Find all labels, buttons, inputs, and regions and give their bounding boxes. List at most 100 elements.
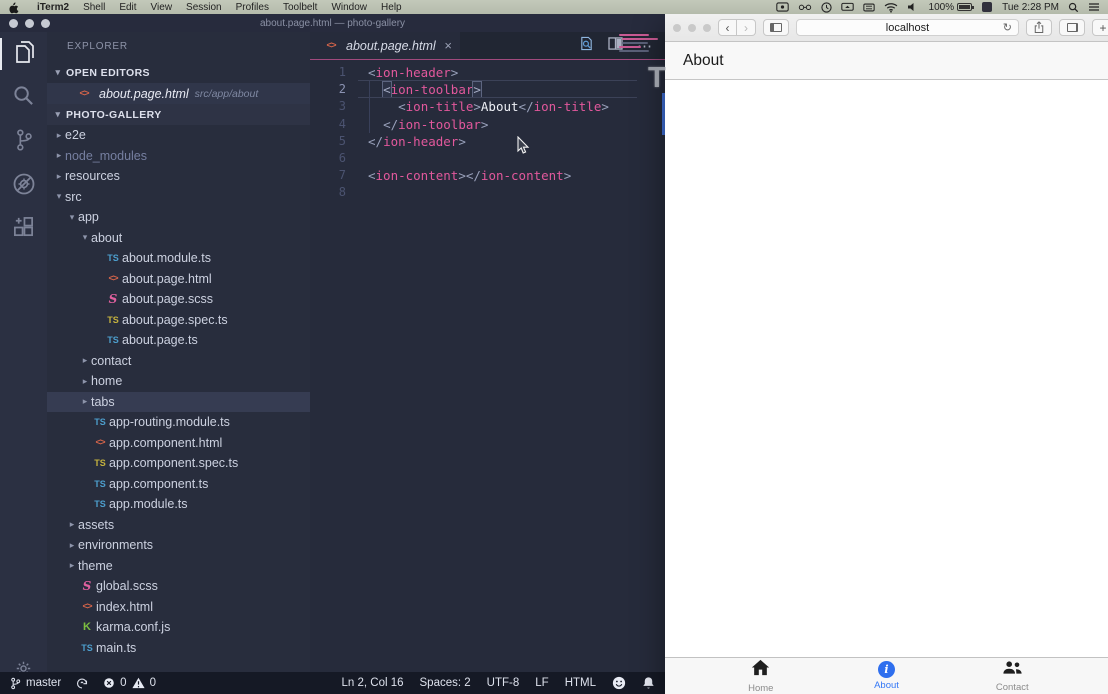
spotlight-search-icon[interactable]	[1068, 0, 1079, 14]
tree-item-about[interactable]: ▾about	[47, 228, 310, 249]
tree-item-about.page.spec.ts[interactable]: TSabout.page.spec.ts	[47, 310, 310, 331]
menubar-item-view[interactable]: View	[144, 2, 180, 13]
close-tab-icon[interactable]: ×	[444, 38, 452, 53]
forward-button[interactable]: ›	[737, 19, 756, 36]
indentation-setting[interactable]: Spaces: 2	[420, 677, 471, 689]
code-line-5[interactable]: 5</ion-header>	[310, 133, 665, 150]
tab-label: Contact	[996, 682, 1029, 693]
volume-icon[interactable]	[907, 0, 919, 14]
tree-item-app.component.html[interactable]: <>app.component.html	[47, 433, 310, 454]
open-editor-item[interactable]: <> about.page.html src/app/about	[47, 83, 310, 104]
app-status-icon[interactable]	[982, 2, 992, 12]
tree-item-app.component.spec.ts[interactable]: TSapp.component.spec.ts	[47, 453, 310, 474]
sync-changes-button[interactable]	[75, 677, 89, 690]
reload-icon[interactable]: ↻	[1003, 21, 1012, 34]
tree-item-global.scss[interactable]: Sglobal.scss	[47, 576, 310, 597]
menubar-app-name[interactable]: iTerm2	[30, 2, 76, 13]
code-line-7[interactable]: 7<ion-content></ion-content>	[310, 167, 665, 184]
code-line-3[interactable]: 3 <ion-title>About</ion-title>	[310, 98, 665, 115]
close-window-button[interactable]	[673, 24, 681, 32]
tree-item-app-routing.module.ts[interactable]: TSapp-routing.module.ts	[47, 412, 310, 433]
code-line-4[interactable]: 4 </ion-toolbar>	[310, 116, 665, 133]
tree-item-assets[interactable]: ▸assets	[47, 515, 310, 536]
tree-item-app.module.ts[interactable]: TSapp.module.ts	[47, 494, 310, 515]
chevron-right-icon: ▸	[66, 519, 78, 530]
tab-contact[interactable]: Contact	[982, 660, 1042, 693]
menubar-clock[interactable]: Tue 2:28 PM	[1002, 2, 1059, 13]
chevron-down-icon: ▾	[53, 191, 65, 202]
notifications-bell-icon[interactable]	[642, 676, 655, 690]
keyboard-icon[interactable]	[863, 0, 875, 14]
tree-item-about.page.ts[interactable]: TSabout.page.ts	[47, 330, 310, 351]
menubar-item-edit[interactable]: Edit	[112, 2, 143, 13]
open-editors-section-header[interactable]: ▾ OPEN EDITORS	[47, 62, 310, 83]
tab-about[interactable]: iAbout	[857, 661, 917, 691]
tree-item-about.page.html[interactable]: <>about.page.html	[47, 269, 310, 290]
code-line-1[interactable]: 1<ion-header>	[310, 64, 665, 81]
tab-about-page-html[interactable]: <> about.page.html ×	[310, 32, 460, 59]
activity-debug-off-icon[interactable]	[0, 164, 47, 208]
minimize-window-button[interactable]	[688, 24, 696, 32]
tree-item-app[interactable]: ▾app	[47, 207, 310, 228]
menubar-item-toolbelt[interactable]: Toolbelt	[276, 2, 324, 13]
notification-center-icon[interactable]	[1088, 0, 1100, 14]
screen-record-icon[interactable]	[776, 0, 789, 14]
tree-item-contact[interactable]: ▸contact	[47, 351, 310, 372]
tree-item-index.html[interactable]: <>index.html	[47, 597, 310, 618]
menubar-item-help[interactable]: Help	[374, 2, 409, 13]
code-line-2[interactable]: 2 <ion-toolbar>	[310, 81, 665, 98]
code-text: <ion-title>About</ion-title>	[358, 98, 609, 115]
window-controls[interactable]	[673, 24, 711, 32]
code-line-6[interactable]: 6	[310, 150, 665, 167]
git-branch-icon	[10, 677, 21, 690]
share-button[interactable]	[1026, 19, 1052, 36]
display-icon[interactable]	[841, 0, 854, 14]
glasses-icon[interactable]	[798, 0, 812, 14]
activity-search-icon[interactable]	[0, 76, 47, 120]
code-line-8[interactable]: 8	[310, 184, 665, 201]
git-branch-indicator[interactable]: master	[10, 677, 61, 690]
code-editor[interactable]: 1<ion-header>2 <ion-toolbar>3 <ion-title…	[310, 61, 665, 672]
open-preview-icon[interactable]	[579, 36, 594, 56]
tree-item-home[interactable]: ▸home	[47, 371, 310, 392]
tree-item-karma.conf.js[interactable]: Kkarma.conf.js	[47, 617, 310, 638]
project-section-header[interactable]: ▾ PHOTO-GALLERY	[47, 104, 310, 125]
tree-item-about.module.ts[interactable]: TSabout.module.ts	[47, 248, 310, 269]
tree-item-e2e[interactable]: ▸e2e	[47, 125, 310, 146]
tab-overview-button[interactable]	[1059, 19, 1085, 36]
language-mode[interactable]: HTML	[565, 677, 596, 689]
zoom-window-button[interactable]	[703, 24, 711, 32]
menubar-item-session[interactable]: Session	[179, 2, 229, 13]
address-bar[interactable]: localhost ↻	[796, 19, 1019, 36]
menubar-item-window[interactable]: Window	[324, 2, 374, 13]
activity-source-control-icon[interactable]	[0, 120, 47, 164]
sidebar-toggle-button[interactable]	[763, 19, 789, 36]
clock-icon[interactable]	[821, 0, 832, 14]
tree-item-app.component.ts[interactable]: TSapp.component.ts	[47, 474, 310, 495]
feedback-smiley-icon[interactable]	[612, 676, 626, 690]
tree-item-node_modules[interactable]: ▸node_modules	[47, 146, 310, 167]
tree-item-src[interactable]: ▾src	[47, 187, 310, 208]
eol-setting[interactable]: LF	[535, 677, 548, 689]
tab-home[interactable]: Home	[731, 659, 791, 694]
tree-item-tabs[interactable]: ▸tabs	[47, 392, 310, 413]
menubar-item-profiles[interactable]: Profiles	[229, 2, 276, 13]
wifi-icon[interactable]	[884, 0, 898, 14]
tree-item-resources[interactable]: ▸resources	[47, 166, 310, 187]
activity-files-icon[interactable]	[0, 32, 47, 76]
tree-item-theme[interactable]: ▸theme	[47, 556, 310, 577]
cursor-position[interactable]: Ln 2, Col 16	[342, 677, 404, 689]
minimap[interactable]	[619, 34, 657, 54]
encoding-setting[interactable]: UTF-8	[487, 677, 520, 689]
tree-item-environments[interactable]: ▸environments	[47, 535, 310, 556]
activity-extensions-icon[interactable]	[0, 208, 47, 252]
new-tab-button[interactable]: +	[1092, 19, 1108, 36]
tree-item-about.page.scss[interactable]: Sabout.page.scss	[47, 289, 310, 310]
apple-menu-icon[interactable]	[8, 1, 20, 13]
battery-indicator[interactable]: 100%	[929, 2, 973, 13]
tree-item-main.ts[interactable]: TSmain.ts	[47, 638, 310, 659]
menubar-item-shell[interactable]: Shell	[76, 2, 112, 13]
vscode-titlebar[interactable]: about.page.html — photo-gallery	[0, 14, 665, 32]
back-button[interactable]: ‹	[718, 19, 737, 36]
problems-indicator[interactable]: 0 0	[103, 677, 156, 689]
